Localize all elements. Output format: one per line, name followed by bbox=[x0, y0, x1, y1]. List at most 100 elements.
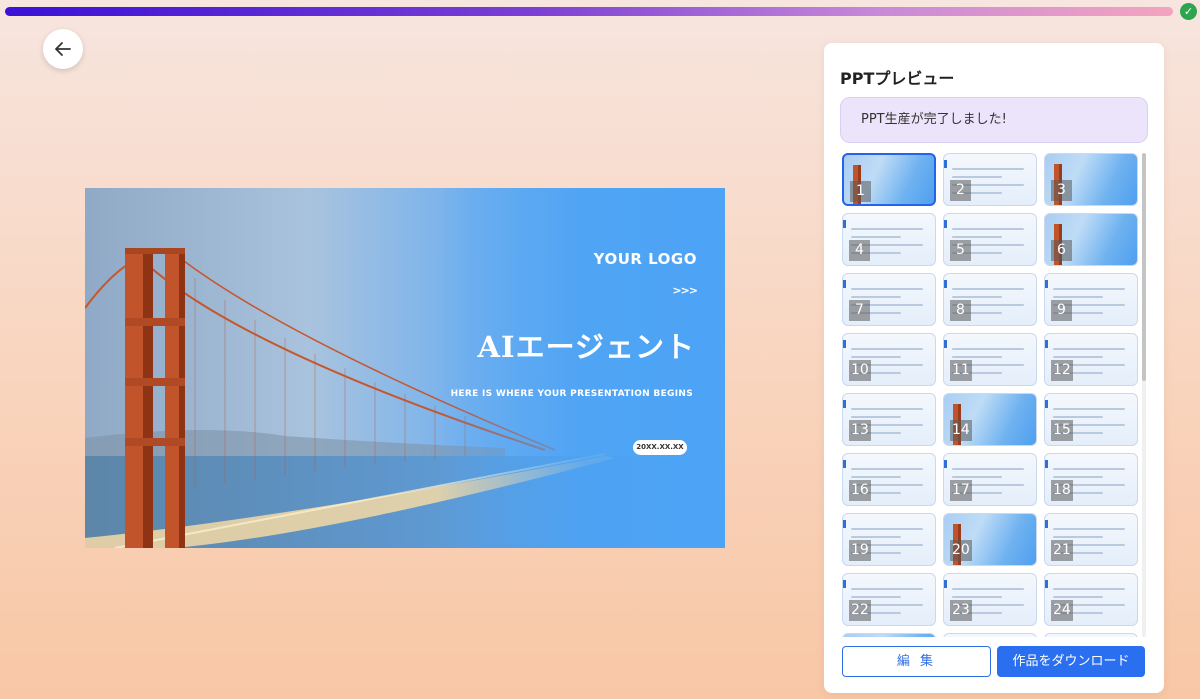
slide-thumbnail[interactable]: 20 bbox=[943, 513, 1037, 566]
slide-thumbnail[interactable]: 21 bbox=[1044, 513, 1138, 566]
title-accent-bar bbox=[843, 460, 846, 468]
slide-thumbnail[interactable] bbox=[943, 633, 1037, 637]
slide-thumbnail[interactable]: 3 bbox=[1044, 153, 1138, 206]
slide-number: 10 bbox=[849, 360, 871, 381]
text-line-placeholder bbox=[1053, 528, 1125, 530]
text-line-placeholder bbox=[952, 588, 1024, 590]
slide-thumbnail[interactable]: 16 bbox=[842, 453, 936, 506]
text-line-placeholder bbox=[851, 296, 901, 298]
text-line-placeholder bbox=[952, 476, 1002, 478]
title-accent-bar bbox=[843, 280, 846, 288]
title-accent-bar bbox=[843, 400, 846, 408]
title-accent-bar bbox=[944, 160, 947, 168]
slide-number: 8 bbox=[950, 300, 971, 321]
text-line-placeholder bbox=[952, 288, 1024, 290]
text-line-placeholder bbox=[1053, 588, 1125, 590]
title-accent-bar bbox=[944, 460, 947, 468]
title-accent-bar bbox=[944, 220, 947, 228]
title-accent-bar bbox=[944, 340, 947, 348]
slide-date: 20XX.XX.XX bbox=[633, 440, 687, 455]
slide-number: 3 bbox=[1051, 180, 1072, 201]
slide-number: 14 bbox=[950, 420, 972, 441]
slide-thumbnail[interactable]: 9 bbox=[1044, 273, 1138, 326]
slide-thumbnail[interactable]: 1 bbox=[842, 153, 936, 206]
title-accent-bar bbox=[1045, 280, 1048, 288]
text-line-placeholder bbox=[1053, 416, 1103, 418]
text-line-placeholder bbox=[1053, 408, 1125, 410]
thumbnail-grid[interactable]: 1 2 3 4 5 6 7 8 9 10 11 12 13 14 15 16 17 18 19 20 21 22 23 24 bbox=[842, 153, 1142, 637]
text-line-placeholder bbox=[1053, 348, 1125, 350]
slide-thumbnail[interactable]: 23 bbox=[943, 573, 1037, 626]
title-accent-bar bbox=[843, 520, 846, 528]
slide-number: 1 bbox=[850, 181, 871, 202]
thumbnail-scrollbar[interactable] bbox=[1142, 153, 1146, 637]
slide-thumbnail[interactable]: 10 bbox=[842, 333, 936, 386]
slide-number: 16 bbox=[849, 480, 871, 501]
slide-thumbnail[interactable] bbox=[842, 633, 936, 637]
slide-thumbnail[interactable]: 17 bbox=[943, 453, 1037, 506]
text-line-placeholder bbox=[952, 596, 1002, 598]
arrow-left-icon bbox=[55, 42, 71, 56]
slide-number: 24 bbox=[1051, 600, 1073, 621]
slide-thumbnail[interactable]: 18 bbox=[1044, 453, 1138, 506]
title-accent-bar bbox=[1045, 340, 1048, 348]
text-line-placeholder bbox=[851, 528, 923, 530]
text-line-placeholder bbox=[1053, 596, 1103, 598]
slide-number: 15 bbox=[1051, 420, 1073, 441]
slide-thumbnail[interactable]: 6 bbox=[1044, 213, 1138, 266]
slide-thumbnail[interactable]: 22 bbox=[842, 573, 936, 626]
slide-number: 17 bbox=[950, 480, 972, 501]
slide-thumbnail[interactable] bbox=[1044, 633, 1138, 637]
text-line-placeholder bbox=[851, 348, 923, 350]
slide-number: 11 bbox=[950, 360, 972, 381]
title-accent-bar bbox=[843, 580, 846, 588]
text-line-placeholder bbox=[851, 468, 923, 470]
scrollbar-thumb[interactable] bbox=[1142, 153, 1146, 381]
slide-thumbnail[interactable]: 8 bbox=[943, 273, 1037, 326]
progress-bar bbox=[5, 7, 1173, 16]
slide-preview: YOUR LOGO >>> AIエージェント HERE IS WHERE YOU… bbox=[85, 188, 725, 548]
title-accent-bar bbox=[1045, 460, 1048, 468]
slide-thumbnail[interactable]: 7 bbox=[842, 273, 936, 326]
text-line-placeholder bbox=[851, 356, 901, 358]
text-line-placeholder bbox=[952, 228, 1024, 230]
slide-number: 20 bbox=[950, 540, 972, 561]
title-accent-bar bbox=[1045, 580, 1048, 588]
text-line-placeholder bbox=[851, 596, 901, 598]
slide-thumbnail[interactable]: 14 bbox=[943, 393, 1037, 446]
slide-subtitle: HERE IS WHERE YOUR PRESENTATION BEGINS bbox=[450, 389, 693, 399]
slide-thumbnail[interactable]: 24 bbox=[1044, 573, 1138, 626]
title-accent-bar bbox=[944, 280, 947, 288]
completion-notice: PPT生産が完了しました! bbox=[840, 97, 1148, 143]
slide-thumbnail[interactable]: 5 bbox=[943, 213, 1037, 266]
slide-thumbnail[interactable]: 4 bbox=[842, 213, 936, 266]
slide-thumbnail[interactable]: 19 bbox=[842, 513, 936, 566]
edit-button[interactable]: 編 集 bbox=[842, 646, 991, 677]
text-line-placeholder bbox=[1053, 288, 1125, 290]
text-line-placeholder bbox=[851, 416, 901, 418]
slide-thumbnail[interactable]: 11 bbox=[943, 333, 1037, 386]
text-line-placeholder bbox=[1053, 536, 1103, 538]
progress-fill bbox=[5, 7, 1173, 16]
back-button[interactable] bbox=[43, 29, 83, 69]
slide-number: 22 bbox=[849, 600, 871, 621]
slide-thumbnail[interactable]: 15 bbox=[1044, 393, 1138, 446]
slide-logo: YOUR LOGO bbox=[593, 250, 697, 268]
slide-thumbnail[interactable]: 13 bbox=[842, 393, 936, 446]
slide-number: 5 bbox=[950, 240, 971, 261]
title-accent-bar bbox=[843, 220, 846, 228]
slide-title: AIエージェント bbox=[477, 330, 695, 364]
slide-number: 6 bbox=[1051, 240, 1072, 261]
slide-thumbnail[interactable]: 12 bbox=[1044, 333, 1138, 386]
text-line-placeholder bbox=[1053, 468, 1125, 470]
title-accent-bar bbox=[1045, 520, 1048, 528]
slide-number: 7 bbox=[849, 300, 870, 321]
text-line-placeholder bbox=[851, 536, 901, 538]
download-button[interactable]: 作品をダウンロード bbox=[997, 646, 1145, 677]
slide-number: 2 bbox=[950, 180, 971, 201]
slide-number: 12 bbox=[1051, 360, 1073, 381]
text-line-placeholder bbox=[851, 588, 923, 590]
slide-number: 13 bbox=[849, 420, 871, 441]
bridge-photo bbox=[85, 188, 725, 548]
slide-thumbnail[interactable]: 2 bbox=[943, 153, 1037, 206]
